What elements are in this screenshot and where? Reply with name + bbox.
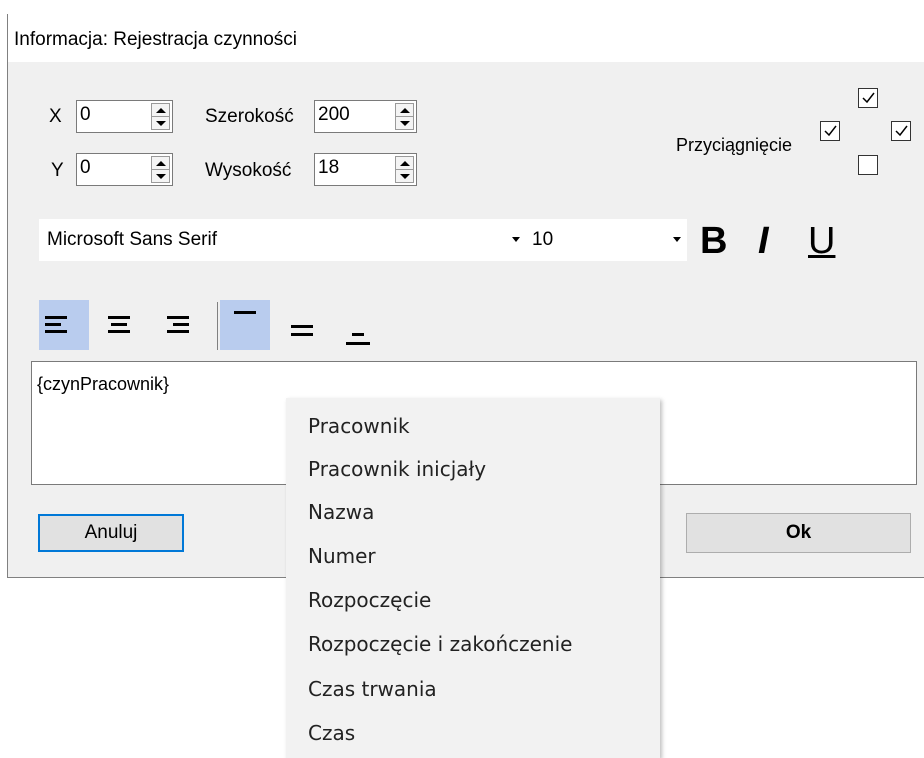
- check-icon: [895, 125, 908, 137]
- font-size-select[interactable]: 10: [524, 219, 687, 261]
- chevron-down-icon[interactable]: [673, 237, 681, 242]
- valign-top-button[interactable]: [220, 300, 270, 350]
- height-stepper-buttons[interactable]: [395, 156, 414, 183]
- underline-button[interactable]: U: [808, 222, 835, 260]
- x-stepper-buttons[interactable]: [151, 103, 170, 130]
- check-icon: [824, 125, 837, 137]
- menu-item-rozpoczecie[interactable]: Rozpoczęcie: [308, 588, 431, 612]
- x-value: 0: [80, 104, 91, 125]
- x-stepper[interactable]: 0: [76, 100, 173, 133]
- valign-bottom-button[interactable]: [344, 300, 394, 350]
- width-down-icon[interactable]: [396, 117, 413, 129]
- font-family-value: Microsoft Sans Serif: [47, 229, 217, 250]
- snap-left-checkbox[interactable]: [820, 121, 840, 141]
- chevron-down-icon[interactable]: [512, 237, 520, 242]
- width-up-icon[interactable]: [396, 104, 413, 116]
- snap-label: Przyciągnięcie: [676, 135, 793, 155]
- menu-item-czas[interactable]: Czas: [308, 721, 355, 745]
- x-down-icon[interactable]: [152, 117, 169, 129]
- snap-bottom-checkbox[interactable]: [858, 155, 878, 175]
- height-label: Wysokość: [205, 160, 292, 181]
- x-label: X: [49, 106, 62, 127]
- check-icon: [862, 92, 875, 104]
- width-label: Szerokość: [205, 106, 294, 127]
- menu-item-numer[interactable]: Numer: [308, 544, 376, 568]
- italic-button[interactable]: I: [758, 222, 769, 260]
- height-up-icon[interactable]: [396, 157, 413, 169]
- x-up-icon[interactable]: [152, 104, 169, 116]
- toolbar-separator: [217, 302, 218, 350]
- y-stepper[interactable]: 0: [76, 153, 173, 186]
- snap-top-checkbox[interactable]: [858, 88, 878, 108]
- align-center-button[interactable]: [102, 300, 152, 350]
- height-down-icon[interactable]: [396, 170, 413, 182]
- width-stepper[interactable]: 200: [314, 100, 417, 133]
- snap-right-checkbox[interactable]: [891, 121, 911, 141]
- y-up-icon[interactable]: [152, 157, 169, 169]
- y-stepper-buttons[interactable]: [151, 156, 170, 183]
- height-value: 18: [318, 157, 340, 178]
- y-down-icon[interactable]: [152, 170, 169, 182]
- align-left-button[interactable]: [39, 300, 89, 350]
- valign-middle-button[interactable]: [287, 300, 337, 350]
- menu-item-rozpoczecie-zakonczenie[interactable]: Rozpoczęcie i zakończenie: [308, 632, 572, 656]
- ok-button[interactable]: Ok: [686, 513, 911, 553]
- content-text: {czynPracownik}: [37, 374, 170, 394]
- y-value: 0: [80, 157, 91, 178]
- font-size-value: 10: [532, 229, 554, 250]
- title-bar: Informacja: Rejestracja czynności: [8, 14, 924, 62]
- menu-item-pracownik[interactable]: Pracownik: [308, 414, 410, 438]
- menu-item-pracownik-inicjaly[interactable]: Pracownik inicjały: [308, 457, 486, 481]
- bold-button[interactable]: B: [700, 222, 727, 260]
- menu-item-nazwa[interactable]: Nazwa: [308, 500, 374, 524]
- font-family-select[interactable]: Microsoft Sans Serif: [39, 219, 526, 261]
- cancel-button[interactable]: Anuluj: [38, 514, 184, 552]
- y-label: Y: [51, 160, 64, 181]
- width-value: 200: [318, 104, 350, 125]
- align-right-button[interactable]: [161, 300, 211, 350]
- height-stepper[interactable]: 18: [314, 153, 417, 186]
- window-title: Informacja: Rejestracja czynności: [14, 29, 297, 50]
- width-stepper-buttons[interactable]: [395, 103, 414, 130]
- menu-item-czas-trwania[interactable]: Czas trwania: [308, 677, 437, 701]
- field-context-menu: Pracownik Pracownik inicjały Nazwa Numer…: [286, 398, 660, 758]
